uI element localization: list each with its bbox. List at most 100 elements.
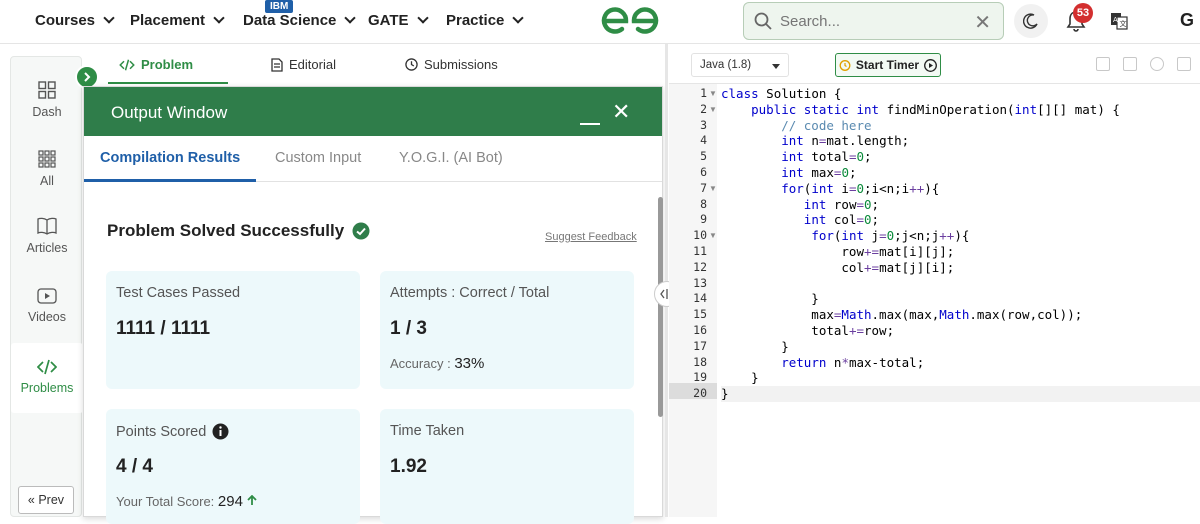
attempts-value: 1 / 3 (390, 318, 427, 339)
svg-text:A: A (1113, 16, 1118, 24)
dark-mode-button[interactable] (1014, 4, 1048, 38)
line-number: 6 (700, 165, 707, 179)
line-number: 15 (693, 307, 707, 322)
info-icon[interactable] (212, 423, 229, 440)
timer-icon (839, 60, 851, 71)
svg-text:文: 文 (1120, 19, 1127, 28)
code-line: max=Math.max(max,Math.max(row,col)); (721, 307, 1083, 323)
chevron-down-icon (416, 12, 429, 24)
code-line: for(int i=0;i<n;i++){ (781, 180, 940, 196)
output-window-title: Output Window (111, 103, 228, 122)
nav-placement[interactable]: Placement (130, 12, 225, 29)
accuracy-text: Accuracy : 33% (390, 355, 485, 372)
nav-courses[interactable]: Courses (35, 12, 115, 29)
line-number: 3 (700, 117, 707, 132)
nav-data-science[interactable]: Data Science (243, 12, 357, 29)
sidebar-item-all[interactable]: All (11, 150, 83, 188)
active-tab-indicator (108, 82, 228, 84)
code-line: int n=mat.length; (781, 133, 910, 149)
tab-yogi-ai-bot[interactable]: Y.O.G.I. (AI Bot) (399, 150, 503, 166)
total-score-text: Your Total Score: 294 (116, 493, 257, 510)
line-number: 2 (700, 101, 707, 116)
line-number: 8 (700, 196, 707, 211)
time-taken-value: 1.92 (390, 456, 427, 477)
caret-down-icon (772, 64, 780, 69)
code-line: total+=row; (721, 323, 895, 338)
code-line: return n*max-total; (781, 354, 925, 370)
prev-button[interactable]: « Prev (18, 486, 74, 514)
editor-toolbar: Java (1.8) Start Timer (669, 44, 1200, 84)
translate-icon: A 文 (1111, 13, 1128, 30)
avatar[interactable]: G (1180, 10, 1194, 31)
status-message: Problem Solved Successfully (107, 221, 370, 241)
arrow-up-icon (246, 494, 257, 505)
output-tabs: Compilation Results Custom Input Y.O.G.I… (84, 136, 662, 182)
line-number: 7 (700, 180, 707, 195)
search-icon (754, 12, 772, 30)
sidebar-item-videos[interactable]: Videos (11, 288, 83, 324)
moon-icon (1023, 13, 1038, 29)
top-navigation: Courses Placement IBM Data Science GATE … (0, 0, 1200, 44)
points-card: Points Scored 4 / 4 Your Total Score: 29… (106, 409, 360, 524)
line-number: 13 (693, 275, 707, 290)
fold-caret-icon[interactable]: ▼ (709, 184, 717, 193)
scrollbar[interactable] (658, 197, 663, 417)
attempts-card: Attempts : Correct / Total 1 / 3 Accurac… (380, 271, 634, 389)
line-number: 9 (700, 212, 707, 227)
fold-caret-icon[interactable]: ▼ (709, 231, 717, 240)
points-value: 4 / 4 (116, 456, 153, 477)
tab-compilation-results[interactable]: Compilation Results (100, 150, 240, 166)
search-box[interactable]: ✕ (743, 2, 1004, 40)
chevron-down-icon (103, 12, 115, 24)
code-line: col+=mat[j][i]; (721, 259, 955, 275)
line-number: 17 (693, 338, 707, 353)
language-select[interactable]: Java (1.8) (691, 53, 789, 77)
minimize-icon[interactable] (580, 123, 600, 125)
copy-icon[interactable] (1096, 57, 1110, 71)
chevron-down-icon (213, 12, 225, 24)
code-icon (37, 359, 57, 375)
grid-icon (38, 150, 56, 168)
tab-submissions[interactable]: Submissions (405, 57, 498, 72)
tab-problem[interactable]: Problem (119, 57, 193, 72)
play-circle-icon (924, 58, 938, 72)
problem-tabs: Problem Editorial Submissions (85, 44, 668, 84)
document-icon (271, 57, 283, 72)
line-number: 12 (693, 259, 707, 274)
line-number: 18 (693, 354, 707, 369)
code-line: } (721, 291, 819, 307)
fold-caret-icon[interactable]: ▼ (709, 89, 717, 98)
nav-practice[interactable]: Practice (446, 12, 525, 29)
check-circle-icon (352, 222, 370, 240)
left-sidebar: Dash All Articles Videos Problems (10, 56, 83, 517)
tab-editorial[interactable]: Editorial (271, 57, 336, 72)
fold-caret-icon[interactable]: ▼ (709, 105, 717, 114)
close-icon[interactable]: ✕ (612, 99, 630, 125)
start-timer-button[interactable]: Start Timer (835, 53, 941, 77)
tab-custom-input[interactable]: Custom Input (275, 150, 361, 166)
code-line: int row=0; (803, 196, 880, 212)
line-number: 20 (693, 386, 707, 401)
suggest-feedback-link[interactable]: Suggest Feedback (545, 231, 637, 243)
points-title: Points Scored (116, 423, 229, 440)
code-line: class Solution { (721, 86, 842, 101)
sidebar-item-dash[interactable]: Dash (11, 81, 83, 119)
nav-gate[interactable]: GATE (368, 12, 429, 29)
line-number: 4 (700, 133, 707, 148)
fullscreen-icon[interactable] (1177, 57, 1191, 71)
line-number: 16 (693, 323, 707, 337)
line-number: 14 (693, 291, 707, 306)
search-input[interactable] (780, 12, 960, 30)
sidebar-item-articles[interactable]: Articles (11, 217, 83, 255)
dashboard-icon (38, 81, 56, 99)
chevron-down-icon (344, 12, 357, 24)
download-icon[interactable] (1123, 57, 1137, 71)
clear-icon[interactable]: ✕ (974, 10, 991, 35)
gfg-logo[interactable] (600, 5, 660, 37)
translate-button[interactable]: A 文 (1102, 4, 1136, 38)
code-line: } (721, 386, 1200, 403)
book-icon (37, 217, 57, 235)
notification-count-badge: 53 (1073, 3, 1093, 23)
sidebar-item-problems[interactable]: Problems (11, 343, 83, 413)
settings-icon[interactable] (1150, 57, 1164, 71)
